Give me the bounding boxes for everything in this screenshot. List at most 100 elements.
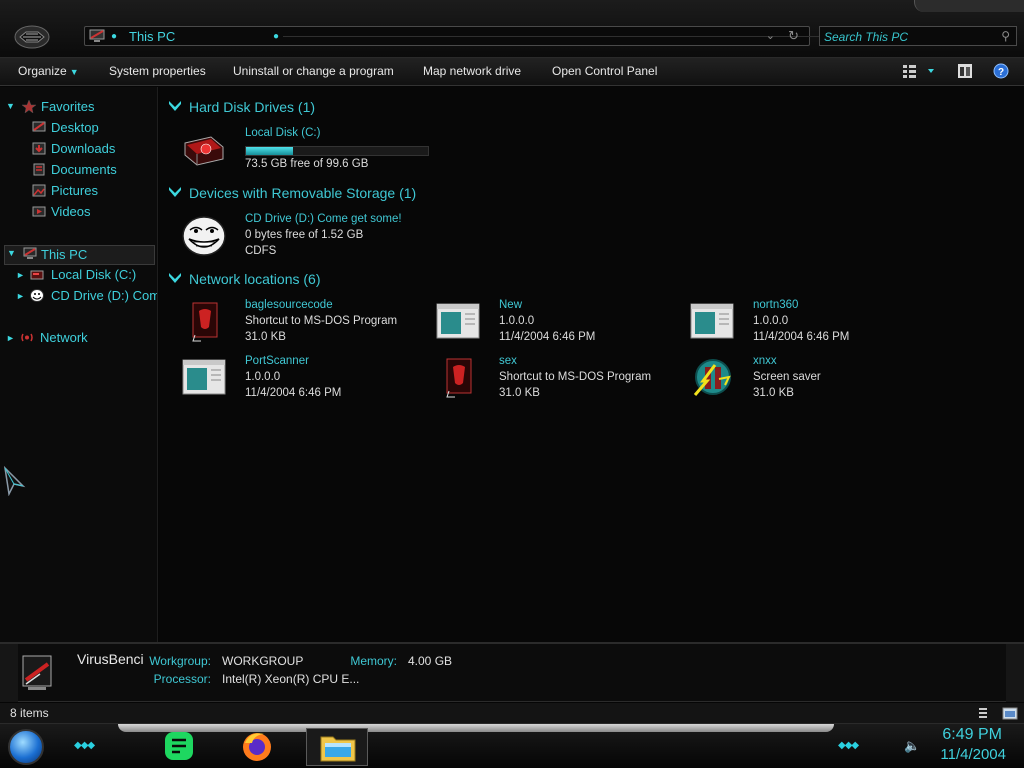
address-bar[interactable]: ● This PC ● ⌄ ↻ bbox=[84, 26, 843, 46]
network-item-sex[interactable]: sex Shortcut to MS-DOS Program 31.0 KB bbox=[427, 353, 667, 403]
item-date: 11/4/2004 6:46 PM bbox=[753, 331, 850, 343]
collapse-chevron-icon[interactable] bbox=[169, 273, 181, 283]
file-explorer-icon bbox=[320, 736, 356, 762]
organize-label: Organize bbox=[18, 64, 67, 78]
breadcrumb-separator-icon[interactable]: ● bbox=[273, 31, 279, 42]
nav-documents-label: Documents bbox=[51, 162, 117, 177]
map-network-drive-button[interactable]: Map network drive bbox=[423, 64, 521, 78]
network-item-nortn360[interactable]: nortn360 1.0.0.0 11/4/2004 6:46 PM bbox=[681, 297, 921, 347]
nav-desktop[interactable]: Desktop bbox=[32, 120, 156, 138]
drive-tile-local-disk[interactable]: Local Disk (C:) 73.5 GB free of 99.6 GB bbox=[173, 125, 433, 175]
help-icon[interactable]: ? bbox=[993, 63, 1009, 79]
item-version: 1.0.0.0 bbox=[753, 315, 789, 327]
network-item-xnxx[interactable]: xnxx Screen saver 31.0 KB bbox=[681, 353, 921, 403]
drive-free-space: 0 bytes free of 1.52 GB bbox=[245, 229, 364, 241]
troll-face-icon bbox=[30, 289, 44, 302]
search-icon[interactable]: ⚲ bbox=[1001, 29, 1010, 43]
navigation-pane: ▼ Favorites Desktop Downloads Documents … bbox=[0, 87, 158, 642]
msdos-shortcut-icon bbox=[192, 302, 218, 342]
firefox-icon[interactable] bbox=[240, 729, 274, 763]
msdos-shortcut-icon bbox=[446, 358, 472, 398]
expand-arrow-icon[interactable]: ► bbox=[16, 270, 25, 280]
item-name: xnxx bbox=[753, 355, 777, 367]
nav-network[interactable]: ► Network bbox=[6, 330, 156, 348]
nav-this-pc[interactable]: ▼ This PC bbox=[4, 245, 155, 265]
nav-downloads[interactable]: Downloads bbox=[32, 141, 156, 159]
clock-time[interactable]: 6:49 PM bbox=[942, 726, 1002, 744]
network-item-new[interactable]: New 1.0.0.0 11/4/2004 6:46 PM bbox=[427, 297, 667, 347]
documents-icon bbox=[33, 163, 45, 176]
network-item-portscanner[interactable]: PortScanner 1.0.0.0 11/4/2004 6:46 PM bbox=[173, 353, 413, 403]
downloads-icon bbox=[32, 142, 46, 155]
nav-videos[interactable]: Videos bbox=[32, 204, 156, 222]
breadcrumb-this-pc[interactable]: This PC bbox=[129, 29, 175, 44]
search-box[interactable]: ⚲ bbox=[819, 26, 1017, 46]
workgroup-label: Workgroup: bbox=[149, 654, 211, 668]
expand-arrow-icon[interactable]: ► bbox=[6, 333, 15, 343]
system-properties-button[interactable]: System properties bbox=[109, 64, 206, 78]
memory-value: 4.00 GB bbox=[408, 654, 453, 668]
group-header-hard-disks[interactable]: Hard Disk Drives (1) bbox=[169, 99, 315, 119]
nav-pictures[interactable]: Pictures bbox=[32, 183, 156, 201]
expand-arrow-icon[interactable]: ▼ bbox=[7, 248, 16, 258]
organize-button[interactable]: Organize ▼ bbox=[18, 64, 79, 78]
start-button[interactable] bbox=[8, 729, 44, 765]
open-control-panel-button[interactable]: Open Control Panel bbox=[552, 64, 657, 78]
expand-arrow-icon[interactable]: ► bbox=[16, 291, 25, 301]
details-frame-right bbox=[1006, 644, 1024, 702]
drive-filesystem: CDFS bbox=[245, 245, 277, 257]
drive-tile-cd-drive[interactable]: CD Drive (D:) Come get some! 0 bytes fre… bbox=[173, 211, 433, 261]
notes-app-icon[interactable] bbox=[162, 729, 196, 763]
item-version: 1.0.0.0 bbox=[499, 315, 535, 327]
expand-arrow-icon[interactable]: ▼ bbox=[6, 101, 15, 111]
back-button[interactable] bbox=[14, 24, 50, 50]
computer-icon bbox=[23, 247, 37, 259]
nav-documents[interactable]: Documents bbox=[32, 162, 156, 180]
item-type: Shortcut to MS-DOS Program bbox=[499, 371, 652, 383]
details-view-icon[interactable] bbox=[978, 707, 988, 721]
computer-name: VirusBenci bbox=[77, 651, 144, 667]
item-type: Screen saver bbox=[753, 371, 821, 383]
clock-date[interactable]: 11/4/2004 bbox=[940, 746, 1006, 763]
taskbar-explorer-button[interactable] bbox=[306, 728, 368, 766]
mouse-cursor-icon bbox=[3, 466, 26, 496]
chevron-down-icon[interactable]: ⌄ bbox=[766, 29, 775, 42]
nav-cd-drive[interactable]: ► CD Drive (D:) Come get some! bbox=[16, 288, 157, 306]
collapse-chevron-icon[interactable] bbox=[169, 187, 181, 197]
group-header-removable[interactable]: Devices with Removable Storage (1) bbox=[169, 185, 416, 205]
uninstall-program-button[interactable]: Uninstall or change a program bbox=[233, 64, 394, 78]
processor-label: Processor: bbox=[153, 672, 211, 686]
refresh-icon[interactable]: ↻ bbox=[788, 28, 799, 44]
nav-local-disk[interactable]: ► Local Disk (C:) bbox=[16, 267, 157, 285]
item-name: nortn360 bbox=[753, 299, 799, 311]
processor-value: Intel(R) Xeon(R) CPU E... bbox=[222, 672, 360, 686]
item-name: PortScanner bbox=[245, 355, 309, 367]
item-size: 31.0 KB bbox=[245, 331, 286, 343]
collapse-chevron-icon[interactable] bbox=[169, 101, 181, 111]
computer-icon bbox=[22, 655, 52, 690]
memory-label: Memory: bbox=[350, 654, 397, 668]
group-title: Network locations (6) bbox=[189, 271, 321, 287]
group-header-network[interactable]: Network locations (6) bbox=[169, 271, 321, 291]
view-options-icon[interactable] bbox=[902, 63, 936, 79]
preview-pane-icon[interactable] bbox=[957, 63, 973, 79]
videos-icon bbox=[32, 206, 46, 217]
nav-pictures-label: Pictures bbox=[51, 183, 98, 198]
nav-favorites[interactable]: ▼ Favorites bbox=[6, 99, 156, 117]
search-input[interactable] bbox=[824, 29, 974, 44]
item-name: sex bbox=[499, 355, 517, 367]
item-size: 31.0 KB bbox=[499, 387, 540, 399]
network-item-baglesourcecode[interactable]: baglesourcecode Shortcut to MS-DOS Progr… bbox=[173, 297, 413, 347]
hard-disk-icon bbox=[184, 136, 224, 166]
window-file-icon bbox=[182, 359, 226, 395]
window-file-icon bbox=[436, 303, 480, 339]
svg-text:?: ? bbox=[998, 67, 1004, 78]
hard-disk-icon bbox=[30, 270, 44, 280]
nav-network-label: Network bbox=[40, 330, 88, 345]
screen-saver-icon bbox=[693, 359, 731, 396]
network-icon bbox=[21, 333, 33, 342]
large-icons-view-icon[interactable] bbox=[1002, 707, 1018, 720]
group-title: Hard Disk Drives (1) bbox=[189, 99, 316, 115]
details-pane: VirusBenci Workgroup: WORKGROUP Memory: … bbox=[0, 642, 1024, 702]
volume-icon[interactable]: 🔈 bbox=[904, 738, 920, 754]
